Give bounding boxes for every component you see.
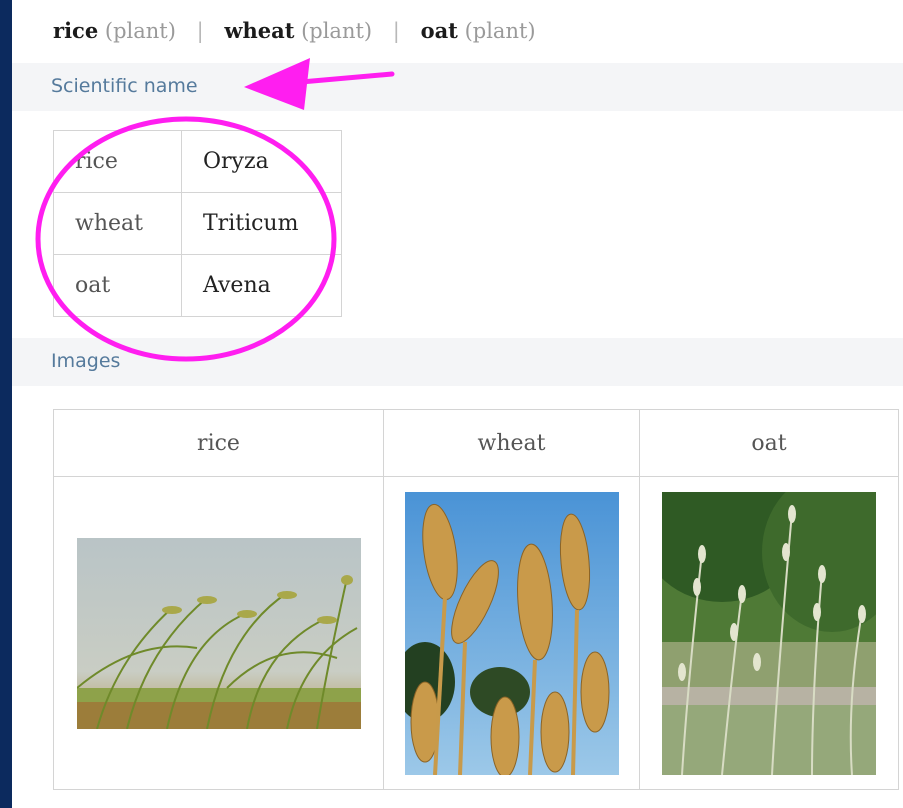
- table-row: rice Oryza: [53, 130, 342, 193]
- result-panel: rice (plant) | wheat (plant) | oat (plan…: [12, 0, 903, 808]
- input-separator: |: [392, 19, 400, 43]
- input-word-wheat: wheat: [224, 18, 295, 43]
- table-row: wheat Triticum: [53, 192, 342, 255]
- input-word-rice: rice: [53, 18, 99, 43]
- table-row: [53, 476, 899, 790]
- input-separator: |: [196, 19, 204, 43]
- input-interpretation: rice (plant) | wheat (plant) | oat (plan…: [53, 18, 536, 43]
- table-header-row: rice wheat oat: [53, 409, 899, 477]
- image-cell-rice: [53, 476, 384, 790]
- table-cell-plant: oat: [53, 254, 182, 317]
- table-row: oat Avena: [53, 254, 342, 317]
- oat-photo[interactable]: [662, 491, 876, 775]
- input-type-rice: (plant): [104, 19, 176, 43]
- column-header-rice: rice: [53, 409, 384, 477]
- image-cell-oat: [639, 476, 899, 790]
- pod-header-scientific-name: Scientific name: [12, 63, 903, 111]
- pod-header-images: Images: [12, 338, 903, 386]
- table-cell-name: Avena: [181, 254, 342, 317]
- rice-photo[interactable]: [76, 537, 361, 729]
- input-word-oat: oat: [420, 18, 458, 43]
- input-type-wheat: (plant): [301, 19, 373, 43]
- pod-title-images: Images: [51, 350, 121, 372]
- image-cell-wheat: [383, 476, 640, 790]
- pod-title-scientific-name: Scientific name: [51, 75, 198, 97]
- scientific-name-table: rice Oryza wheat Triticum oat Avena: [53, 130, 342, 317]
- column-header-oat: oat: [639, 409, 899, 477]
- table-cell-plant: wheat: [53, 192, 182, 255]
- input-type-oat: (plant): [464, 19, 536, 43]
- column-header-wheat: wheat: [383, 409, 640, 477]
- table-cell-name: Oryza: [181, 130, 342, 193]
- wheat-photo[interactable]: [404, 491, 619, 775]
- table-cell-name: Triticum: [181, 192, 342, 255]
- images-table: rice wheat oat: [53, 409, 899, 790]
- table-cell-plant: rice: [53, 130, 182, 193]
